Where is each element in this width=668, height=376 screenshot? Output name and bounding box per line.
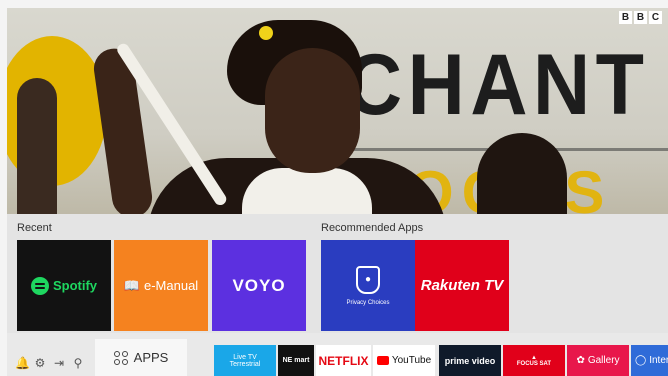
mart-label: NE mart: [282, 357, 310, 364]
channel-logo-letter: B: [619, 11, 632, 24]
recent-tile-voyo[interactable]: VOYO: [212, 240, 306, 331]
app-focus-sat[interactable]: ▲ FOCUS SAT: [503, 345, 565, 376]
screen-border-top: [0, 0, 668, 8]
spotify-icon: [30, 276, 49, 295]
recommended-tile-rakuten-tv[interactable]: Rakuten TV: [415, 240, 509, 331]
screen-border-left: [0, 0, 7, 376]
search-icon[interactable]: ⚲: [71, 356, 85, 370]
apps-label: APPS: [133, 350, 169, 365]
settings-icon[interactable]: ⚙: [33, 356, 47, 370]
spotify-logo: Spotify: [30, 276, 98, 295]
recommended-tile-privacy-choices[interactable]: ● Privacy Choices: [321, 240, 415, 331]
banner-text: CHANT: [345, 37, 650, 133]
emanual-label: e-Manual: [143, 278, 199, 293]
app-live-tv[interactable]: Live TV Terrestrial: [214, 345, 276, 376]
notification-icon[interactable]: 🔔: [15, 356, 30, 370]
recent-tile-spotify[interactable]: Spotify: [17, 240, 111, 331]
live-tv-title: Live TV: [233, 353, 257, 361]
channel-logo-letter: C: [649, 11, 662, 24]
person-shirt: [242, 168, 372, 218]
source-icon[interactable]: ⇥: [52, 356, 66, 370]
live-tv-subtitle: Terrestrial: [229, 360, 261, 368]
channel-logo-letter: B: [634, 11, 647, 24]
voyo-label: VOYO: [232, 275, 286, 295]
apps-button[interactable]: APPS: [95, 339, 187, 376]
book-icon: 📖: [123, 277, 140, 293]
prime-video-label: prime video: [444, 355, 496, 366]
app-internet[interactable]: ◯ Inter: [631, 345, 668, 376]
person-head: [265, 48, 360, 173]
recent-tile-emanual[interactable]: 📖 e-Manual: [114, 240, 208, 331]
gallery-flower-icon: ✿: [576, 355, 585, 366]
bottom-app-bar: 🔔 ⚙ ⇥ ⚲ APPS Live TV Terrestrial NE mart…: [7, 333, 668, 376]
gallery-label: Gallery: [587, 355, 620, 366]
recent-section-label: Recent: [17, 222, 52, 234]
internet-label: Inter: [649, 355, 668, 366]
app-youtube[interactable]: YouTube: [373, 345, 435, 376]
app-mart[interactable]: NE mart: [278, 345, 314, 376]
spotify-label: Spotify: [52, 278, 98, 293]
youtube-play-icon: [376, 356, 389, 365]
shield-icon: ●: [356, 265, 380, 294]
background-person: [477, 133, 567, 218]
internet-globe-icon: ◯: [635, 355, 647, 366]
channel-logo: B B C: [619, 11, 662, 24]
privacy-choices-label: Privacy Choices: [346, 299, 390, 306]
app-netflix[interactable]: NETFLIX: [316, 345, 371, 376]
tv-broadcast: CHANT OCCS B B C: [7, 8, 668, 218]
app-gallery[interactable]: ✿ Gallery: [567, 345, 629, 376]
banner-figure-graphic: [17, 78, 57, 218]
apps-grid-icon: [113, 350, 128, 365]
focus-sat-label: FOCUS SAT: [516, 360, 552, 367]
app-prime-video[interactable]: prime video: [439, 345, 501, 376]
recommended-section-label: Recommended Apps: [321, 222, 424, 234]
hair-clip: [259, 26, 273, 40]
youtube-label: YouTube: [391, 355, 432, 366]
rakuten-label: Rakuten TV: [420, 277, 504, 294]
netflix-label: NETFLIX: [318, 353, 369, 368]
